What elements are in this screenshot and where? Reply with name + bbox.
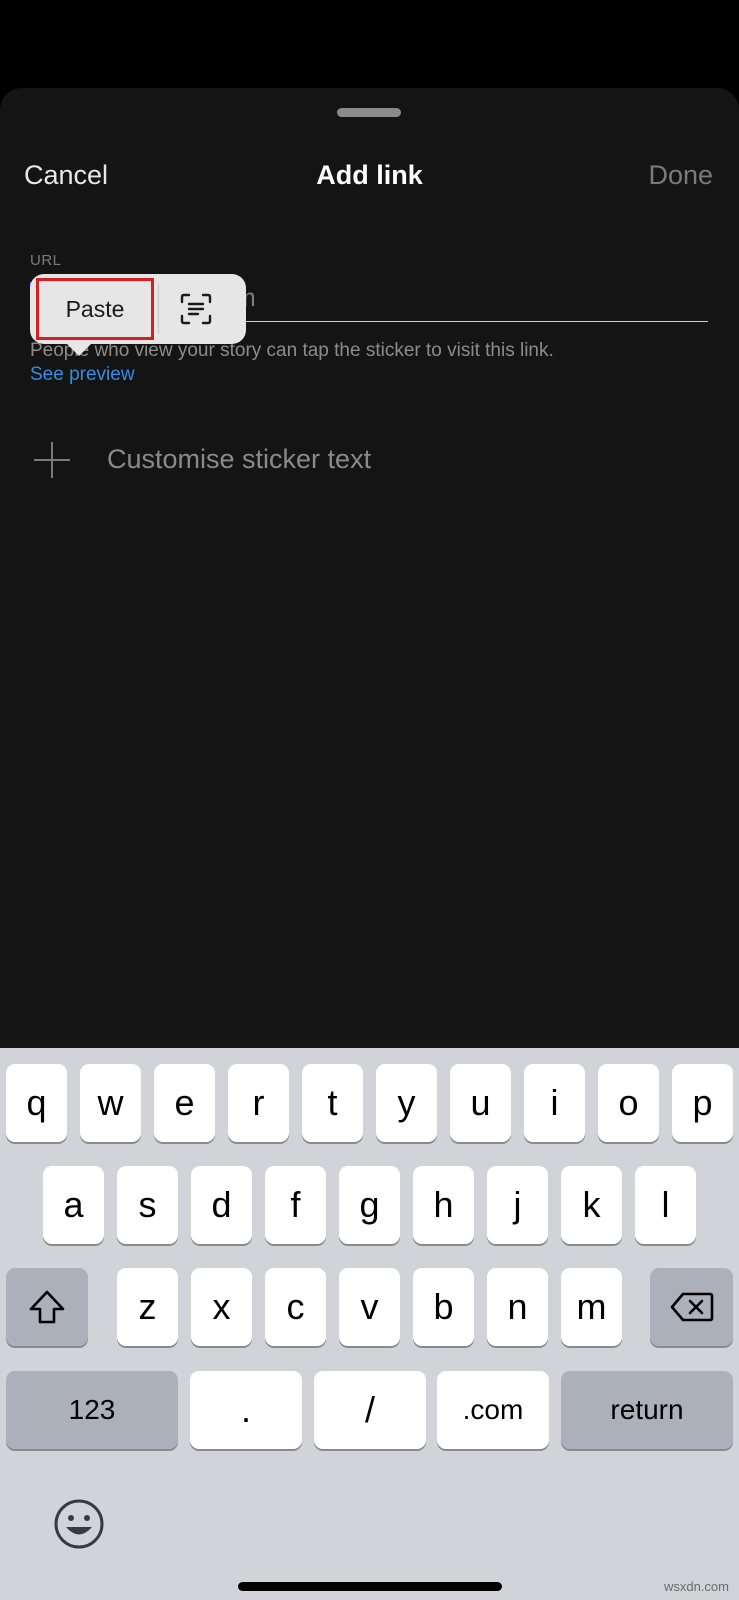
key-z[interactable]: z [117, 1268, 178, 1346]
menu-divider [158, 284, 159, 334]
key-n[interactable]: n [487, 1268, 548, 1346]
page-title: Add link [316, 160, 423, 190]
context-menu-pointer [67, 344, 91, 356]
url-label: URL [30, 252, 62, 269]
watermark: wsxdn.com [663, 1579, 729, 1594]
key-u[interactable]: u [450, 1064, 511, 1142]
key-w[interactable]: w [80, 1064, 141, 1142]
key-e[interactable]: e [154, 1064, 215, 1142]
context-menu: Paste [30, 274, 246, 344]
key-f[interactable]: f [265, 1166, 326, 1244]
home-indicator[interactable] [238, 1582, 502, 1591]
customise-label: Customise sticker text [107, 444, 372, 474]
key-p[interactable]: p [672, 1064, 733, 1142]
delete-key[interactable] [650, 1268, 733, 1346]
key-o[interactable]: o [598, 1064, 659, 1142]
plus-icon [32, 440, 72, 480]
key-h[interactable]: h [413, 1166, 474, 1244]
key-l[interactable]: l [635, 1166, 696, 1244]
scan-text-icon[interactable] [176, 289, 216, 329]
key-a[interactable]: a [43, 1166, 104, 1244]
key-s[interactable]: s [117, 1166, 178, 1244]
keyboard: q w e r t y u i o p a s d f g h j k l z … [0, 1048, 739, 1600]
emoji-icon[interactable] [53, 1498, 105, 1550]
delete-icon [670, 1292, 713, 1322]
dotcom-key[interactable]: .com [437, 1371, 549, 1449]
return-key[interactable]: return [561, 1371, 733, 1449]
add-link-sheet: Cancel Add link Done URL People who view… [0, 88, 739, 1048]
key-k[interactable]: k [561, 1166, 622, 1244]
see-preview-link[interactable]: See preview [30, 364, 135, 386]
key-r[interactable]: r [228, 1064, 289, 1142]
key-x[interactable]: x [191, 1268, 252, 1346]
key-b[interactable]: b [413, 1268, 474, 1346]
key-d[interactable]: d [191, 1166, 252, 1244]
key-v[interactable]: v [339, 1268, 400, 1346]
customise-sticker-text-button[interactable]: Customise sticker text [30, 438, 710, 482]
done-button[interactable]: Done [648, 160, 713, 191]
key-g[interactable]: g [339, 1166, 400, 1244]
key-c[interactable]: c [265, 1268, 326, 1346]
shift-key[interactable] [6, 1268, 88, 1346]
key-m[interactable]: m [561, 1268, 622, 1346]
key-i[interactable]: i [524, 1064, 585, 1142]
dot-key[interactable]: . [190, 1371, 302, 1449]
numbers-key[interactable]: 123 [6, 1371, 178, 1449]
key-j[interactable]: j [487, 1166, 548, 1244]
paste-button[interactable]: Paste [36, 278, 154, 340]
shift-icon [29, 1290, 65, 1324]
key-q[interactable]: q [6, 1064, 67, 1142]
slash-key[interactable]: / [314, 1371, 426, 1449]
key-y[interactable]: y [376, 1064, 437, 1142]
key-t[interactable]: t [302, 1064, 363, 1142]
sheet-grabber[interactable] [337, 108, 401, 117]
